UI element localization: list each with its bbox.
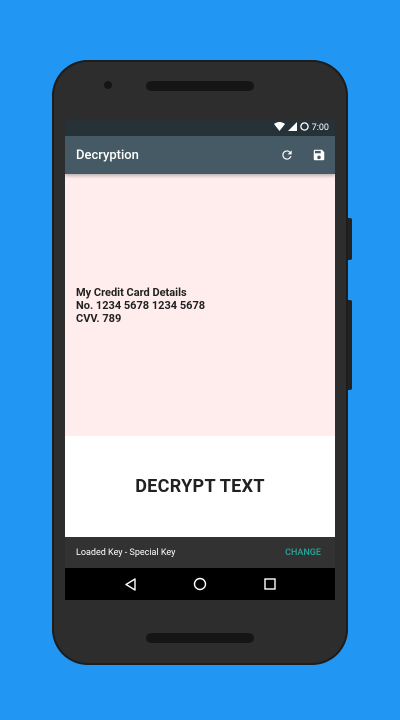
- back-icon[interactable]: [120, 574, 140, 594]
- status-time: 7:00: [311, 123, 329, 133]
- app-title: Decryption: [76, 147, 139, 163]
- volume-button: [348, 300, 352, 390]
- decrypted-text-area[interactable]: My Credit Card Details No. 1234 5678 123…: [65, 174, 335, 436]
- top-speaker: [146, 81, 254, 91]
- refresh-icon[interactable]: [271, 136, 303, 174]
- front-camera: [104, 81, 112, 89]
- bottom-speaker: [146, 633, 254, 643]
- save-icon[interactable]: [303, 136, 335, 174]
- home-icon[interactable]: [190, 574, 210, 594]
- app-bar: Decryption: [65, 136, 335, 174]
- snackbar: Loaded Key - Special Key CHANGE: [65, 537, 335, 568]
- recents-icon[interactable]: [260, 574, 280, 594]
- change-key-button[interactable]: CHANGE: [285, 548, 321, 558]
- signal-icon: [287, 122, 297, 134]
- snackbar-message: Loaded Key - Special Key: [76, 547, 176, 558]
- navigation-bar: [65, 568, 335, 600]
- power-button: [348, 218, 352, 260]
- decrypt-area: DECRYPT TEXT: [65, 436, 335, 537]
- wifi-icon: [273, 122, 285, 134]
- screen: 7:00 Decryption My Credit Card Details N…: [65, 120, 335, 600]
- decrypted-text: My Credit Card Details No. 1234 5678 123…: [76, 285, 206, 325]
- status-bar: 7:00: [65, 120, 335, 136]
- decrypt-text-button[interactable]: DECRYPT TEXT: [135, 476, 265, 497]
- phone-device: 7:00 Decryption My Credit Card Details N…: [52, 60, 352, 665]
- battery-icon: [299, 122, 309, 134]
